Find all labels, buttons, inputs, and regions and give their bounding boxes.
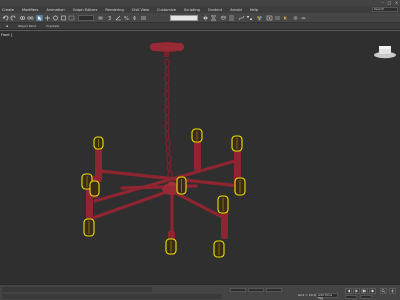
mirror-icon[interactable] bbox=[202, 15, 209, 21]
arnold-icon[interactable] bbox=[292, 15, 299, 21]
spinner-snap-icon[interactable] bbox=[131, 15, 138, 21]
next-frame-icon[interactable] bbox=[361, 288, 368, 294]
viewport-front[interactable]: Front ] bbox=[0, 30, 400, 284]
ribbon-tab-populate[interactable]: Populate bbox=[46, 24, 59, 28]
rotate-icon[interactable] bbox=[52, 15, 59, 21]
region-select-icon[interactable] bbox=[68, 15, 75, 21]
auto-key-button[interactable] bbox=[345, 295, 357, 299]
percent-snap-icon[interactable]: % bbox=[123, 15, 130, 21]
menu-rendering[interactable]: Rendering bbox=[105, 8, 123, 12]
set-key-button[interactable] bbox=[360, 295, 372, 299]
prev-frame-icon[interactable] bbox=[345, 288, 352, 294]
pivot-icon[interactable] bbox=[97, 15, 104, 21]
menu-create[interactable]: Create bbox=[2, 8, 14, 12]
close-icon[interactable]: × bbox=[394, 1, 399, 5]
zoom-icon[interactable] bbox=[380, 288, 387, 294]
ribbon-modeling-tab[interactable]: ▪ bbox=[6, 24, 8, 28]
named-selection-dropdown[interactable] bbox=[170, 15, 198, 21]
angle-snap-icon[interactable] bbox=[115, 15, 122, 21]
ribbon: ▪ Object Paint Populate bbox=[0, 23, 400, 30]
menu-help[interactable]: Help bbox=[250, 8, 258, 12]
scale-icon[interactable] bbox=[60, 15, 67, 21]
minimize-icon[interactable]: – bbox=[380, 1, 385, 5]
menu-animation[interactable]: Animation bbox=[46, 8, 64, 12]
menu-content[interactable]: Content bbox=[208, 8, 222, 12]
x-coordinate-field[interactable] bbox=[230, 288, 246, 292]
add-time-tag[interactable]: Add Time Tag bbox=[316, 293, 338, 300]
menu-scripting[interactable]: Scripting bbox=[184, 8, 200, 12]
maxscript-listener[interactable] bbox=[2, 287, 152, 292]
ceiling-canopy bbox=[150, 42, 184, 57]
time-slider[interactable] bbox=[2, 294, 222, 299]
render-icon[interactable] bbox=[282, 15, 289, 21]
snap-icon[interactable]: 3 bbox=[107, 15, 114, 21]
render-setup-icon[interactable] bbox=[266, 15, 273, 21]
menu-graph-editors[interactable]: Graph Editors bbox=[73, 8, 98, 12]
menu-bar: Create Modifiers Animation Graph Editors… bbox=[0, 6, 400, 13]
menu-modifiers[interactable]: Modifiers bbox=[22, 8, 38, 12]
chandelier-model[interactable] bbox=[0, 31, 400, 285]
svg-text:3: 3 bbox=[108, 16, 111, 21]
edit-named-selection-icon[interactable] bbox=[140, 15, 147, 21]
status-bar: Grid = 10.0mm Add Time Tag bbox=[0, 284, 400, 300]
ribbon-tab-object-paint[interactable]: Object Paint bbox=[18, 24, 36, 28]
align-icon[interactable] bbox=[210, 15, 217, 21]
link-icon[interactable] bbox=[19, 15, 26, 21]
scene-explorer-icon[interactable] bbox=[228, 15, 235, 21]
material-editor-icon[interactable] bbox=[256, 15, 263, 21]
select-icon[interactable] bbox=[36, 15, 43, 21]
menu-civil-view[interactable]: Civil View bbox=[132, 8, 149, 12]
main-toolbar: 3 % bbox=[0, 13, 400, 23]
schematic-view-icon[interactable] bbox=[246, 15, 253, 21]
z-coordinate-field[interactable] bbox=[266, 288, 282, 292]
maximize-icon[interactable]: □ bbox=[387, 1, 392, 5]
redo-icon[interactable] bbox=[10, 15, 17, 21]
reference-coord-dropdown[interactable] bbox=[78, 15, 94, 21]
menu-arnold[interactable]: Arnold bbox=[230, 8, 242, 12]
key-mode-icon[interactable] bbox=[369, 288, 376, 294]
pan-icon[interactable] bbox=[389, 288, 396, 294]
move-icon[interactable] bbox=[44, 15, 51, 21]
menu-customize[interactable]: Customize bbox=[157, 8, 176, 12]
search-field[interactable]: Search bbox=[372, 7, 398, 12]
svg-text:%: % bbox=[124, 16, 129, 21]
layer-icon[interactable] bbox=[220, 15, 227, 21]
curve-editor-icon[interactable] bbox=[238, 15, 245, 21]
play-icon[interactable] bbox=[353, 288, 360, 294]
y-coordinate-field[interactable] bbox=[248, 288, 264, 292]
unlink-icon[interactable] bbox=[27, 15, 34, 21]
bulb-5 bbox=[89, 180, 100, 197]
chain bbox=[164, 58, 173, 180]
rendered-frame-icon[interactable] bbox=[274, 15, 281, 21]
undo-icon[interactable] bbox=[2, 15, 9, 21]
render-online-icon[interactable] bbox=[300, 15, 307, 21]
